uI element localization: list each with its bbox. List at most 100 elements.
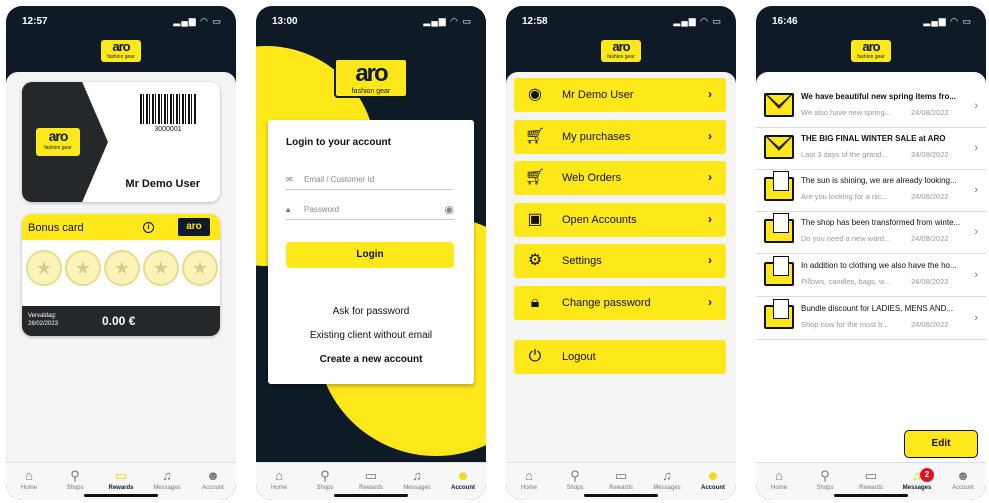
aro-logo: aro fashion gear	[101, 40, 141, 62]
person-icon: ☻	[706, 468, 720, 483]
bonus-card-footer: Vervaldag: 28/02/2023 0.00 €	[22, 306, 220, 336]
open-envelope-icon	[764, 213, 794, 243]
create-account-link[interactable]: Create a new account	[268, 354, 474, 365]
chevron-right-icon: ›	[974, 100, 978, 112]
chevron-right-icon: ›	[708, 170, 712, 184]
chevron-right-icon: ›	[974, 184, 978, 196]
tab-home[interactable]: ⌂ Home	[506, 463, 552, 500]
status-bar: 13:00 ▂▄▆ ◠ ▭	[256, 6, 486, 40]
message-row[interactable]: The shop has been transformed from winte…	[756, 212, 986, 254]
status-time: 12:58	[522, 16, 548, 27]
bonus-card-header: Bonus card i aro	[22, 214, 220, 240]
message-row[interactable]: In addition to clothing we also have the…	[756, 255, 986, 297]
email-field[interactable]: ✉ Email / Customer Id	[286, 172, 454, 190]
member-card[interactable]: aro fashion gear 3000001 Mr Demo User	[22, 82, 220, 202]
message-row[interactable]: Bundle discount for LADIES, MENS AND... …	[756, 298, 986, 340]
info-icon[interactable]: i	[143, 222, 154, 233]
stamp-row: ★ ★ ★ ★ ★	[26, 250, 220, 286]
lock-icon: 🔒︎	[530, 294, 540, 311]
tab-home[interactable]: ⌂ Home	[6, 463, 52, 500]
message-row[interactable]: THE BIG FINAL WINTER SALE at ARO Last 3 …	[756, 128, 986, 170]
wallet-icon: ▣	[527, 211, 543, 228]
chevron-right-icon: ›	[974, 142, 978, 154]
member-name: Mr Demo User	[125, 178, 200, 190]
home-indicator	[584, 494, 658, 497]
menu-item-change-password[interactable]: 🔒︎ Change password ›	[514, 286, 726, 320]
home-icon: ⌂	[25, 468, 33, 483]
tab-account[interactable]: ☻ Account	[440, 463, 486, 500]
status-time: 13:00	[272, 16, 298, 27]
home-indicator	[84, 494, 158, 497]
menu-item-profile[interactable]: ◉ Mr Demo User ›	[514, 78, 726, 112]
signal-wifi-battery-icon: ▂▄▆ ◠ ▭	[923, 16, 972, 26]
ask-password-link[interactable]: Ask for password	[268, 306, 474, 317]
chevron-right-icon: ›	[708, 212, 712, 226]
tab-home[interactable]: ⌂ Home	[756, 463, 802, 500]
card-icon: ▭	[864, 468, 878, 483]
barcode-number: 3000001	[154, 126, 182, 133]
card-icon: ▭	[114, 468, 128, 483]
message-row[interactable]: The sun is shining, we are already looki…	[756, 170, 986, 212]
chevron-right-icon: ›	[974, 312, 978, 324]
bonus-value: 0.00 €	[102, 314, 136, 328]
cart-icon: 🛒︎	[524, 128, 546, 145]
aro-logo: aro fashion gear	[851, 40, 891, 62]
map-pin-icon: ⚲	[320, 468, 330, 483]
tab-account[interactable]: ☻ Account	[190, 463, 236, 500]
map-pin-icon: ⚲	[820, 468, 830, 483]
expiry-date: 28/02/2023	[28, 321, 59, 327]
rewards-screen: 12:57 ▂▄▆ ◠ ▭ aro fashion gear aro fashi…	[6, 6, 236, 500]
open-envelope-icon	[764, 299, 794, 329]
password-field[interactable]: 🔒︎ Password ◉	[286, 202, 454, 220]
person-icon: ☻	[456, 468, 470, 483]
expiry-label: Vervaldag: 28/02/2023	[28, 313, 59, 327]
login-button[interactable]: Login	[286, 242, 454, 268]
star-stamp-icon: ★	[65, 250, 101, 286]
status-bar: 12:57 ▂▄▆ ◠ ▭	[6, 6, 236, 40]
eye-icon[interactable]: ◉	[444, 203, 454, 216]
login-screen: 13:00 ▂▄▆ ◠ ▭ aro fashion gear Login to …	[256, 6, 486, 500]
menu-item-settings[interactable]: ⚙ Settings ›	[514, 244, 726, 278]
web-cart-icon: 🛒︎	[524, 169, 546, 186]
signal-wifi-battery-icon: ▂▄▆ ◠ ▭	[673, 16, 722, 26]
menu-item-open-accounts[interactable]: ▣ Open Accounts ›	[514, 203, 726, 237]
tab-home[interactable]: ⌂ Home	[256, 463, 302, 500]
map-pin-icon: ⚲	[570, 468, 580, 483]
password-placeholder: Password	[304, 205, 340, 214]
menu-item-logout[interactable]: ⏻ Logout	[514, 340, 726, 374]
menu-item-purchases[interactable]: 🛒︎ My purchases ›	[514, 120, 726, 154]
home-icon: ⌂	[525, 468, 533, 483]
status-bar: 16:46 ▂▄▆ ◠ ▭	[756, 6, 986, 40]
home-indicator	[834, 494, 908, 497]
chevron-right-icon: ›	[708, 87, 712, 101]
existing-client-link[interactable]: Existing client without email	[268, 330, 474, 341]
envelope-icon	[764, 135, 794, 159]
star-stamp-icon: ★	[143, 250, 179, 286]
chevron-right-icon: ›	[708, 295, 712, 309]
person-icon: ☻	[206, 468, 220, 483]
tab-account[interactable]: ☻ Account	[690, 463, 736, 500]
login-form: Login to your account ✉ Email / Customer…	[268, 120, 474, 384]
home-indicator	[334, 494, 408, 497]
unread-badge: 2	[920, 468, 934, 482]
messages-screen: 16:46 ▂▄▆ ◠ ▭ aro fashion gear We have b…	[756, 6, 986, 500]
aro-logo: aro fashion gear	[601, 40, 641, 62]
power-icon: ⏻	[528, 348, 542, 365]
status-time: 12:57	[22, 16, 48, 27]
tab-account[interactable]: ☻ Account	[940, 463, 986, 500]
status-time: 16:46	[772, 16, 798, 27]
message-row[interactable]: We have beautiful new spring items fro..…	[756, 86, 986, 128]
menu-item-web-orders[interactable]: 🛒︎ Web Orders ›	[514, 161, 726, 195]
chevron-right-icon: ›	[708, 129, 712, 143]
status-bar: 12:58 ▂▄▆ ◠ ▭	[506, 6, 736, 40]
aro-logo: aro fashion gear	[334, 58, 408, 98]
signal-wifi-battery-icon: ▂▄▆ ◠ ▭	[173, 16, 222, 26]
bell-icon: ♫	[662, 468, 672, 483]
edit-button[interactable]: Edit	[904, 430, 978, 458]
signal-wifi-battery-icon: ▂▄▆ ◠ ▭	[423, 16, 472, 26]
login-title: Login to your account	[286, 137, 391, 148]
bonus-card[interactable]: Bonus card i aro ★ ★ ★ ★ ★ Vervaldag: 28/…	[22, 214, 220, 336]
map-pin-icon: ⚲	[70, 468, 80, 483]
star-stamp-icon: ★	[26, 250, 62, 286]
gear-icon: ⚙	[527, 252, 543, 269]
